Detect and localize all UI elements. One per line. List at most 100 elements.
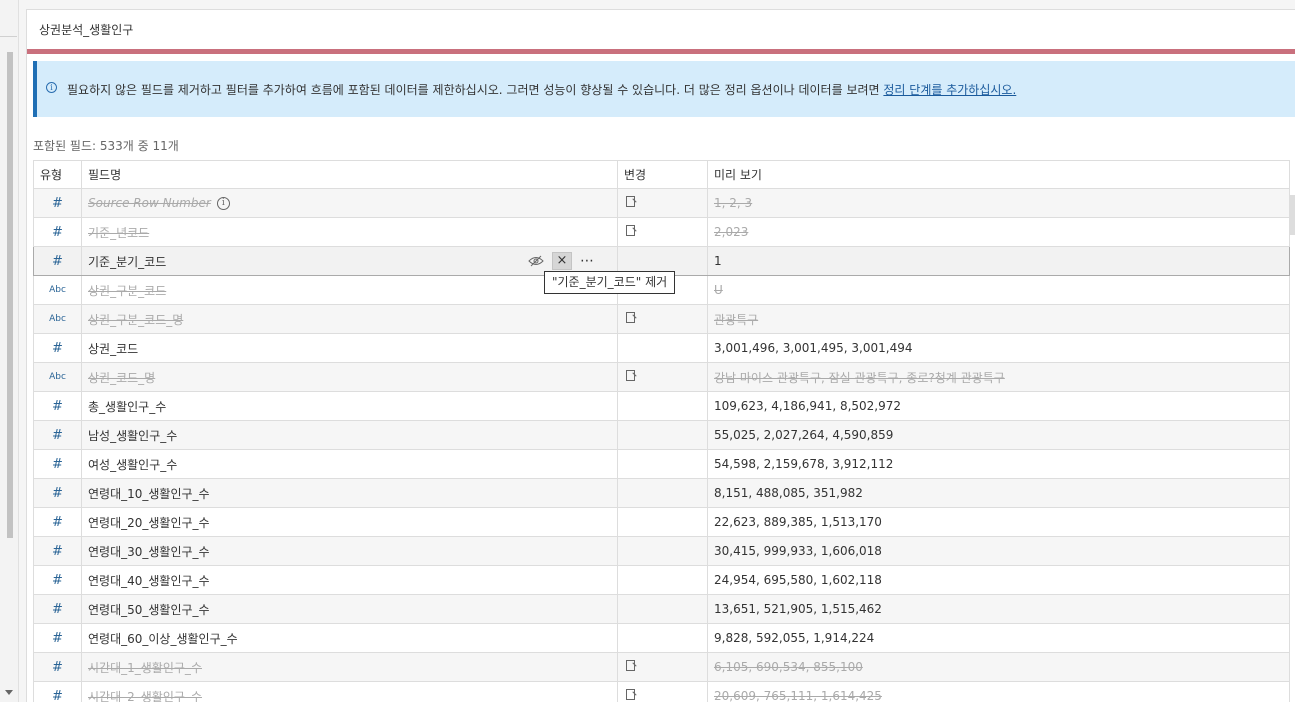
scroll-down-arrow-icon[interactable] [5,690,13,695]
add-clean-step-link[interactable]: 정리 단계를 추가하십시오. [883,83,1016,97]
field-name: 시간대_2_생활인구_수 [88,689,202,702]
field-name-cell[interactable]: 연령대_20_생활인구_수 [81,507,618,537]
header-name[interactable]: 필드명 [81,160,618,189]
number-type-icon[interactable]: # [33,188,82,218]
preview-cell: 2,023 [707,217,1290,247]
scroll-thumb[interactable] [7,52,13,538]
preview-cell: 9,828, 592,055, 1,914,224 [707,623,1290,653]
panel-title: 상권분석_생활인구 [39,23,134,37]
number-type-icon[interactable]: # [33,507,82,537]
field-name-cell[interactable]: 연령대_10_생활인구_수 [81,478,618,508]
field-name-cell[interactable]: 상권_구분_코드 [81,275,618,305]
header-preview[interactable]: 미리 보기 [707,160,1290,189]
table-row[interactable]: # 연령대_40_생활인구_수 24,954, 695,580, 1,602,118 [33,565,1290,595]
profile-panel: 상권분석_생활인구 i 필요하지 않은 필드를 제거하고 필터를 추가하여 흐름… [26,9,1295,702]
preview-cell: 109,623, 4,186,941, 8,502,972 [707,391,1290,421]
table-row[interactable]: # 연령대_50_생활인구_수 13,651, 521,905, 1,515,462 [33,594,1290,624]
remove-field-button[interactable]: × [552,252,572,270]
row-actions: × ⋯ [528,252,595,270]
remove-change-icon[interactable] [626,312,635,323]
number-type-icon[interactable]: # [33,652,82,682]
field-name: Source Row Number [88,196,211,210]
preview-cell: 관광특구 [707,304,1290,334]
field-name-cell[interactable]: 연령대_50_생활인구_수 [81,594,618,624]
field-name: 기준_년코드 [88,225,150,240]
number-type-icon[interactable]: # [33,565,82,595]
table-row[interactable]: # 연령대_30_생활인구_수 30,415, 999,933, 1,606,018 [33,536,1290,566]
change-cell [617,478,708,508]
field-name-cell[interactable]: 상권_코드 [81,333,618,363]
number-type-icon[interactable]: # [33,681,82,702]
field-name-cell[interactable]: 여성_생활인구_수 [81,449,618,479]
field-name-cell[interactable]: 남성_생활인구_수 [81,420,618,450]
info-icon[interactable]: i [216,197,230,210]
remove-change-icon[interactable] [626,660,635,671]
number-type-icon[interactable]: # [33,594,82,624]
change-cell [617,188,708,218]
header-type[interactable]: 유형 [33,160,82,189]
field-name: 연령대_40_생활인구_수 [88,573,210,588]
change-cell [617,362,708,392]
table-row[interactable]: # 총_생활인구_수 109,623, 4,186,941, 8,502,972 [33,391,1290,421]
number-type-icon[interactable]: # [33,623,82,653]
change-cell [617,565,708,595]
preview-cell: 20,609, 765,111, 1,614,425 [707,681,1290,702]
table-row[interactable]: # 시간대_2_생활인구_수 20,609, 765,111, 1,614,425 [33,681,1290,702]
table-row[interactable]: # Source Row Number i 1, 2, 3 [33,188,1290,218]
number-type-icon[interactable]: # [33,333,82,363]
fields-table: 유형 필드명 변경 미리 보기 # Source Row Number i 1, 2,… [33,160,1290,702]
field-name-cell[interactable]: Source Row Number i [81,188,618,218]
string-type-icon[interactable]: Abc [33,304,82,334]
remove-change-icon[interactable] [626,196,635,207]
right-scrollbar-thumb[interactable] [1289,195,1295,235]
preview-cell: 1, 2, 3 [707,188,1290,218]
table-row[interactable]: # 연령대_60_이상_생활인구_수 9,828, 592,055, 1,914,2… [33,623,1290,653]
string-type-icon[interactable]: Abc [33,362,82,392]
number-type-icon[interactable]: # [33,478,82,508]
string-type-icon[interactable]: Abc [33,275,82,305]
change-cell [617,333,708,363]
number-type-icon[interactable]: # [33,420,82,450]
number-type-icon[interactable]: # [33,217,82,247]
field-name-cell[interactable]: 시간대_2_생활인구_수 [81,681,618,702]
field-name-cell[interactable]: 상권_구분_코드_명 [81,304,618,334]
remove-change-icon[interactable] [626,689,635,700]
table-row[interactable]: # 남성_생활인구_수 55,025, 2,027,264, 4,590,859 [33,420,1290,450]
more-options-icon[interactable]: ⋯ [580,254,595,268]
field-name-cell[interactable]: 연령대_40_생활인구_수 [81,565,618,595]
header-change[interactable]: 변경 [617,160,708,189]
table-header-row: 유형 필드명 변경 미리 보기 [33,160,1290,189]
preview-cell: 22,623, 889,385, 1,513,170 [707,507,1290,537]
table-row[interactable]: # 시간대_1_생활인구_수 6,105, 690,534, 855,100 [33,652,1290,682]
table-row[interactable]: # 여성_생활인구_수 54,598, 2,159,678, 3,912,112 [33,449,1290,479]
table-row[interactable]: # 상권_코드 3,001,496, 3,001,495, 3,001,494 [33,333,1290,363]
field-name: 연령대_10_생활인구_수 [88,486,210,501]
preview-cell: 8,151, 488,085, 351,982 [707,478,1290,508]
left-scrollbar[interactable] [0,0,19,702]
change-cell [617,652,708,682]
preview-cell: 강남 마이스 관광특구, 잠실 관광특구, 종로?청계 관광특구 [707,362,1290,392]
info-icon: i [46,82,57,93]
field-name-cell[interactable]: 총_생활인구_수 [81,391,618,421]
table-row[interactable]: # 기준_년코드 2,023 [33,217,1290,247]
preview-cell: 1 [707,246,1290,276]
field-name: 상권_구분_코드_명 [88,312,184,327]
change-cell [617,420,708,450]
table-row[interactable]: Abc 상권_구분_코드_명 관광특구 [33,304,1290,334]
eye-slash-icon[interactable] [528,255,544,267]
number-type-icon[interactable]: # [33,391,82,421]
field-name-cell[interactable]: 기준_년코드 [81,217,618,247]
number-type-icon[interactable]: # [33,449,82,479]
field-name-cell[interactable]: 연령대_30_생활인구_수 [81,536,618,566]
field-name-cell[interactable]: 연령대_60_이상_생활인구_수 [81,623,618,653]
remove-change-icon[interactable] [626,225,635,236]
number-type-icon[interactable]: # [33,536,82,566]
field-name-cell[interactable]: 상권_코드_명 [81,362,618,392]
remove-change-icon[interactable] [626,370,635,381]
field-name-cell[interactable]: 기준_분기_코드 × ⋯ [81,246,618,276]
table-row[interactable]: # 연령대_20_생활인구_수 22,623, 889,385, 1,513,170 [33,507,1290,537]
table-row[interactable]: Abc 상권_코드_명 강남 마이스 관광특구, 잠실 관광특구, 종로?청계 관광… [33,362,1290,392]
table-row[interactable]: # 연령대_10_생활인구_수 8,151, 488,085, 351,982 [33,478,1290,508]
field-name-cell[interactable]: 시간대_1_생활인구_수 [81,652,618,682]
number-type-icon[interactable]: # [33,246,82,276]
